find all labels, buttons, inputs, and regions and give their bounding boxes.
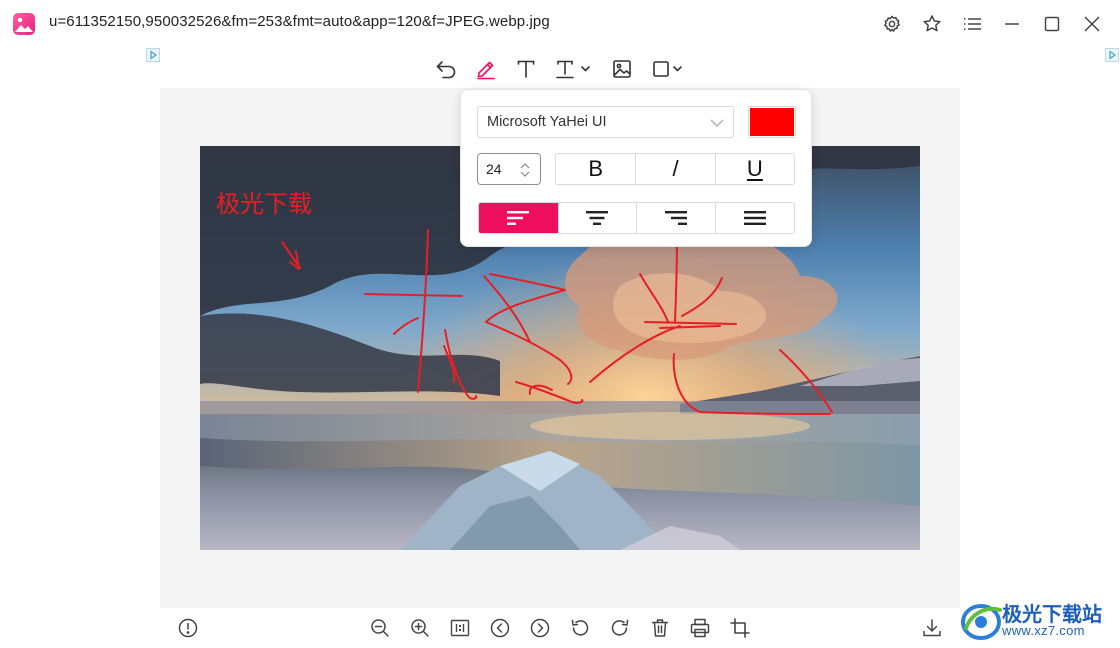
rotate-right-icon[interactable] [606,614,634,642]
alignment-group [478,202,795,234]
info-icon[interactable] [174,614,202,642]
rotate-left-icon[interactable] [566,614,594,642]
watermark-logo-icon [961,604,1002,640]
font-family-select[interactable]: Microsoft YaHei UI [477,106,734,138]
image-icon[interactable] [608,55,636,83]
align-right-button[interactable] [636,203,715,233]
menu-list-icon[interactable] [959,11,985,37]
align-center-button[interactable] [557,203,636,233]
image-viewer-window: u=611352150,950032526&fm=253&fmt=auto&ap… [0,0,1120,648]
italic-button[interactable]: / [635,154,715,184]
ad-choices-icon[interactable] [1105,48,1119,62]
zoom-out-icon[interactable] [366,614,394,642]
font-size-value: 24 [486,161,502,177]
download-icon[interactable] [918,614,946,642]
close-icon[interactable] [1079,11,1105,37]
align-justify-button[interactable] [714,203,794,233]
actual-size-icon[interactable] [446,614,474,642]
print-icon[interactable] [686,614,714,642]
text-format-panel: Microsoft YaHei UI 24 B / U [460,89,812,247]
pen-icon[interactable] [472,55,500,83]
underline-button[interactable]: U [714,154,794,184]
window-title: u=611352150,950032526&fm=253&fmt=auto&ap… [49,13,550,30]
align-center-icon [586,211,609,225]
maximize-icon[interactable] [1039,11,1065,37]
chevron-down-icon [709,116,725,134]
text-icon[interactable] [512,55,540,83]
align-right-icon [664,211,687,225]
bold-button[interactable]: B [556,154,636,184]
shape-icon[interactable] [648,55,688,83]
color-swatch [750,108,794,136]
spinner-icon[interactable] [519,161,531,182]
font-size-stepper[interactable]: 24 [477,153,541,185]
ad-choices-icon[interactable] [146,48,160,62]
star-icon[interactable] [919,11,945,37]
font-family-value: Microsoft YaHei UI [487,114,607,130]
gear-icon[interactable] [879,11,905,37]
delete-icon[interactable] [646,614,674,642]
crop-icon[interactable] [726,614,754,642]
align-left-icon [507,211,530,225]
align-justify-icon [743,211,766,225]
minimize-icon[interactable] [999,11,1025,37]
undo-icon[interactable] [432,55,460,83]
title-bar: u=611352150,950032526&fm=253&fmt=auto&ap… [0,0,1120,48]
text-style-icon[interactable] [552,55,594,83]
zoom-in-icon[interactable] [406,614,434,642]
previous-icon[interactable] [486,614,514,642]
align-left-button[interactable] [479,203,558,233]
font-color-picker[interactable] [748,106,796,138]
site-watermark: 极光下载站 www.xz7.com [956,594,1120,648]
watermark-url: www.xz7.com [1002,623,1085,638]
annotation-text[interactable]: 极光下载 [216,184,312,219]
text-style-group: B / U [555,153,795,185]
next-icon[interactable] [526,614,554,642]
app-logo-icon [13,13,35,35]
